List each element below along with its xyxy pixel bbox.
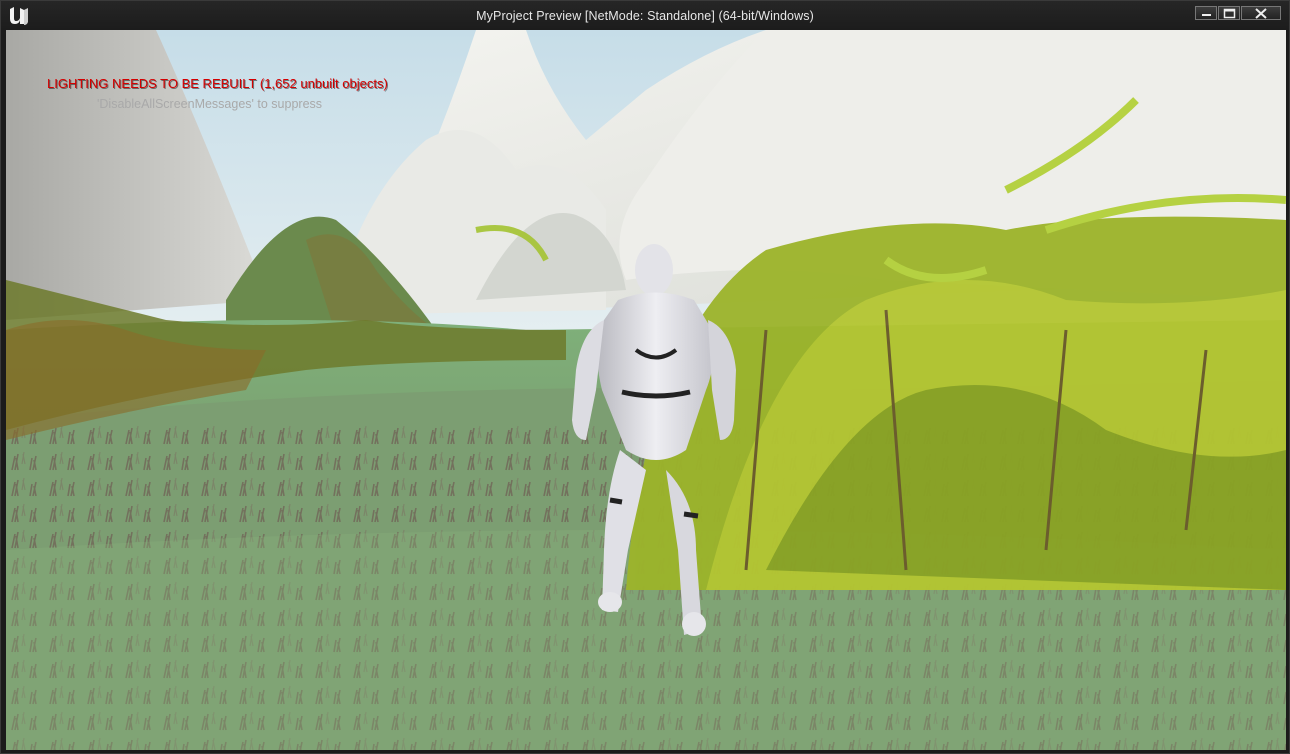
lighting-rebuild-warning: LIGHTING NEEDS TO BE REBUILT (1,652 unbu… — [47, 76, 388, 91]
suppress-messages-hint: 'DisableAllScreenMessages' to suppress — [97, 97, 323, 111]
game-scene — [6, 30, 1286, 750]
close-icon — [1255, 8, 1267, 19]
maximize-button[interactable] — [1218, 6, 1240, 20]
game-window: MyProject Preview [NetMode: Standalone] … — [0, 0, 1290, 754]
minimize-button[interactable] — [1195, 6, 1217, 20]
window-title: MyProject Preview [NetMode: Standalone] … — [476, 9, 814, 23]
game-viewport[interactable]: LIGHTING NEEDS TO BE REBUILT (1,652 unbu… — [6, 30, 1286, 750]
title-bar[interactable]: MyProject Preview [NetMode: Standalone] … — [1, 1, 1289, 30]
maximize-icon — [1223, 8, 1236, 19]
minimize-icon — [1202, 14, 1211, 16]
close-button[interactable] — [1241, 6, 1281, 20]
